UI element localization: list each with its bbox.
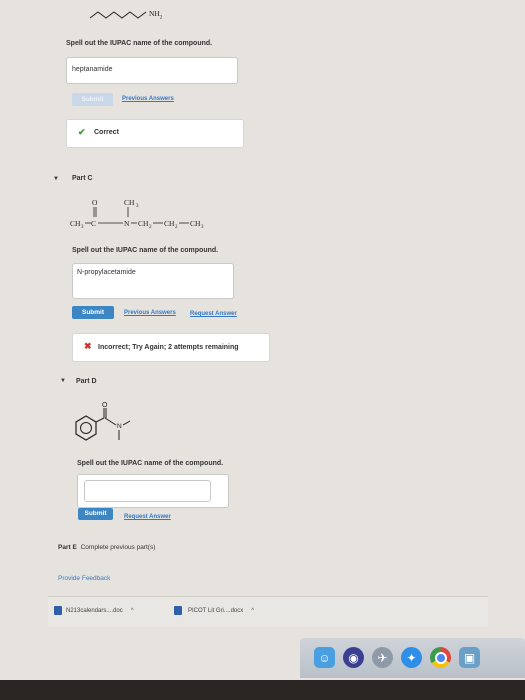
part-d-answer-field[interactable] <box>84 480 211 502</box>
chevron-up-icon[interactable]: ^ <box>251 608 254 614</box>
part-b-submit-button[interactable]: Submit <box>72 93 113 106</box>
svg-text:CH: CH <box>164 219 175 228</box>
part-e-row: Part E Complete previous part(s) <box>58 544 155 551</box>
part-d-answer-outer <box>77 474 229 508</box>
part-b-answer-field[interactable]: heptanamide <box>66 57 238 84</box>
part-c-previous-answers-link[interactable]: Previous Answers <box>124 310 176 316</box>
dock: ☺ ◉ ✈ ✦ ▣ <box>300 638 525 678</box>
svg-text:CH: CH <box>138 219 149 228</box>
part-c-request-answer-link[interactable]: Request Answer <box>190 311 237 317</box>
download-item-2-name: PICOT Lit Gri....docx <box>188 607 244 614</box>
word-doc-icon <box>54 606 62 615</box>
siri-icon[interactable]: ◉ <box>343 647 364 668</box>
n-propylacetamide-structure: O CH 3 CH 3 C N CH 2 CH 2 CH 3 <box>70 198 204 230</box>
part-d-title[interactable]: Part D <box>76 378 97 385</box>
part-b-answer-value: heptanamide <box>72 66 113 73</box>
download-item-1-name: N213calendars....doc <box>66 607 123 614</box>
n-methyl-benzamide-structure: O N <box>75 402 131 441</box>
part-e-label: Part E <box>58 544 77 551</box>
part-b-prompt: Spell out the IUPAC name of the compound… <box>66 40 213 47</box>
part-c-feedback-text: Incorrect; Try Again; 2 attempts remaini… <box>98 344 239 351</box>
finder-icon[interactable]: ☺ <box>314 647 335 668</box>
svg-text:3: 3 <box>136 204 139 209</box>
svg-text:CH: CH <box>70 219 81 228</box>
part-c-answer-field[interactable]: N-propylacetamide <box>72 263 234 299</box>
preview-icon[interactable]: ▣ <box>459 647 480 668</box>
part-d-prompt: Spell out the IUPAC name of the compound… <box>77 460 224 467</box>
part-d-submit-button[interactable]: Submit <box>78 508 113 520</box>
part-c-caret-icon[interactable]: ▼ <box>53 176 59 182</box>
chrome-icon[interactable] <box>430 647 451 668</box>
download-item-2[interactable]: PICOT Lit Gri....docx ^ <box>174 606 254 615</box>
svg-text:2: 2 <box>149 225 152 230</box>
launchpad-icon[interactable]: ✈ <box>372 647 393 668</box>
part-c-submit-button[interactable]: Submit <box>72 306 114 319</box>
svg-text:CH: CH <box>190 219 201 228</box>
part-c-prompt: Spell out the IUPAC name of the compound… <box>72 247 219 254</box>
svg-text:O: O <box>92 198 98 207</box>
x-mark-icon: ✖ <box>84 341 92 351</box>
checkmark-icon: ✔ <box>78 127 86 137</box>
provide-feedback-link[interactable]: Provide Feedback <box>58 575 110 582</box>
svg-text:3: 3 <box>201 225 204 230</box>
svg-text:C: C <box>91 219 96 228</box>
safari-icon[interactable]: ✦ <box>401 647 422 668</box>
part-d-nitrogen-label: N <box>117 423 122 430</box>
part-d-oxygen-label: O <box>102 402 108 409</box>
part-e-text: Complete previous part(s) <box>80 544 156 551</box>
download-item-1[interactable]: N213calendars....doc ^ <box>54 606 134 615</box>
svg-text:3: 3 <box>81 225 84 230</box>
screen-bottom-bezel <box>0 680 525 700</box>
part-b-feedback-text: Correct <box>94 129 119 136</box>
download-bar: N213calendars....doc ^ PICOT Lit Gri....… <box>48 596 488 627</box>
svg-text:N: N <box>124 219 130 228</box>
part-b-feedback-box: ✔ Correct <box>66 119 244 148</box>
part-c-feedback-box: ✖ Incorrect; Try Again; 2 attempts remai… <box>72 333 270 362</box>
part-c-answer-value: N-propylacetamide <box>77 269 136 276</box>
amine-label: NH2 <box>149 9 163 21</box>
part-c-title[interactable]: Part C <box>72 175 93 182</box>
part-d-request-answer-link[interactable]: Request Answer <box>124 514 171 520</box>
chevron-up-icon[interactable]: ^ <box>131 608 134 614</box>
svg-text:CH: CH <box>124 198 135 207</box>
part-b-previous-answers-link[interactable]: Previous Answers <box>122 96 174 102</box>
svg-text:2: 2 <box>175 225 178 230</box>
part-d-caret-icon[interactable]: ▼ <box>60 378 66 384</box>
word-doc-icon <box>174 606 182 615</box>
